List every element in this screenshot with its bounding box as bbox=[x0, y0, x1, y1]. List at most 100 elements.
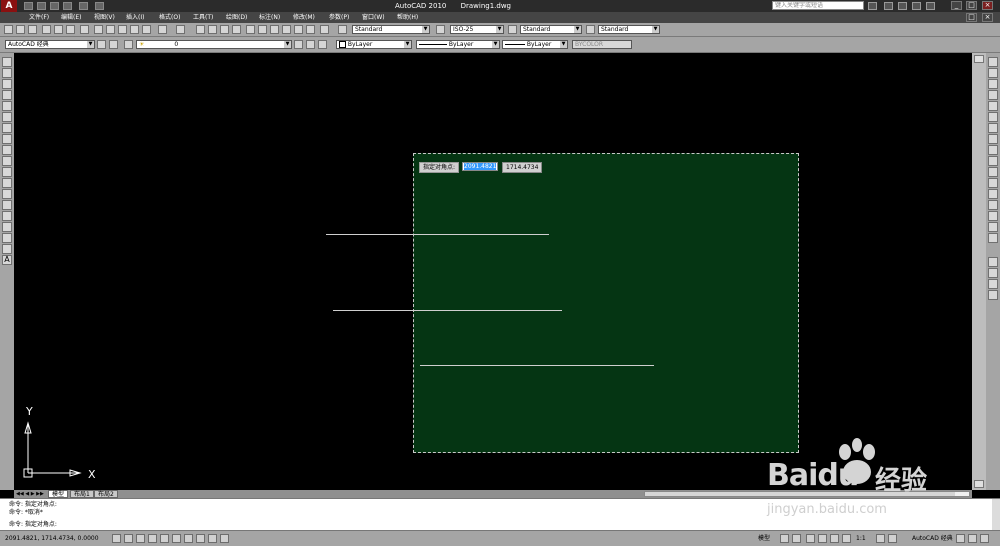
menu-parametric[interactable]: 参数(P) bbox=[329, 13, 349, 22]
workspace-settings-icon[interactable] bbox=[97, 40, 106, 49]
draworder-icon[interactable] bbox=[988, 257, 998, 267]
table-icon[interactable] bbox=[2, 244, 12, 254]
text-style-select[interactable]: Standard ▼ bbox=[352, 25, 430, 34]
object-snap-icon[interactable] bbox=[160, 534, 169, 543]
quick-view-drawings-icon[interactable] bbox=[792, 534, 801, 543]
gradient-icon[interactable] bbox=[2, 222, 12, 232]
dynamic-input-y-field[interactable]: 1714.4734 bbox=[502, 162, 543, 173]
restore-button[interactable]: □ bbox=[966, 1, 977, 10]
layer-previous-icon[interactable] bbox=[306, 40, 315, 49]
multileader-style-select[interactable]: Standard ▼ bbox=[598, 25, 660, 34]
revision-cloud-icon[interactable] bbox=[2, 134, 12, 144]
region-icon[interactable] bbox=[2, 233, 12, 243]
design-center-icon[interactable] bbox=[258, 25, 267, 34]
zoom-realtime-icon[interactable] bbox=[208, 25, 217, 34]
fillet-icon[interactable] bbox=[988, 222, 998, 232]
menu-edit[interactable]: 编辑(E) bbox=[61, 13, 81, 22]
minimize-button[interactable]: _ bbox=[951, 1, 962, 10]
clean-screen-icon[interactable] bbox=[980, 534, 989, 543]
redo-icon[interactable] bbox=[79, 2, 88, 10]
multileader-style-icon[interactable] bbox=[586, 25, 595, 34]
dim-style-select[interactable]: ISO-25 ▼ bbox=[450, 25, 504, 34]
tab-model[interactable]: 模型 bbox=[48, 490, 69, 498]
spline-icon[interactable] bbox=[2, 145, 12, 155]
layer-select[interactable]: ☀ 0 ▼ bbox=[136, 40, 292, 49]
insert-block-icon[interactable] bbox=[2, 178, 12, 188]
binoculars-icon[interactable] bbox=[868, 2, 877, 10]
zoom-icon[interactable] bbox=[818, 534, 827, 543]
ellipse-arc-icon[interactable] bbox=[2, 167, 12, 177]
workspace-select[interactable]: AutoCAD 经典 ▼ bbox=[5, 40, 95, 49]
trim-icon[interactable] bbox=[988, 156, 998, 166]
save-icon[interactable] bbox=[50, 2, 59, 10]
favorites-star-icon[interactable] bbox=[912, 2, 921, 10]
point-icon[interactable] bbox=[2, 200, 12, 210]
auto-scale-icon[interactable] bbox=[888, 534, 897, 543]
lineweight-toggle-icon[interactable] bbox=[220, 534, 229, 543]
steeringwheel-icon[interactable] bbox=[830, 534, 839, 543]
tool-palettes-icon[interactable] bbox=[270, 25, 279, 34]
grid-display-icon[interactable] bbox=[124, 534, 133, 543]
dim-style-icon[interactable] bbox=[436, 25, 445, 34]
offset-icon[interactable] bbox=[988, 90, 998, 100]
menu-modify[interactable]: 修改(M) bbox=[293, 13, 315, 22]
rectangle-icon[interactable] bbox=[2, 101, 12, 111]
3d-dwf-icon[interactable] bbox=[80, 25, 89, 34]
menu-format[interactable]: 格式(O) bbox=[159, 13, 180, 22]
subscription-icon[interactable] bbox=[884, 2, 893, 10]
menu-draw[interactable]: 绘图(D) bbox=[226, 13, 247, 22]
doc-restore-button[interactable]: □ bbox=[966, 13, 977, 22]
close-button[interactable]: × bbox=[982, 1, 993, 10]
menu-tools[interactable]: 工具(T) bbox=[193, 13, 213, 22]
save-icon[interactable] bbox=[28, 25, 37, 34]
polar-tracking-icon[interactable] bbox=[148, 534, 157, 543]
circle-icon[interactable] bbox=[2, 123, 12, 133]
showmotion-icon[interactable] bbox=[842, 534, 851, 543]
plot-icon[interactable] bbox=[95, 2, 104, 10]
drawn-line[interactable] bbox=[326, 234, 549, 235]
make-block-icon[interactable] bbox=[2, 189, 12, 199]
markup-icon[interactable] bbox=[294, 25, 303, 34]
menu-insert[interactable]: 插入(I) bbox=[126, 13, 144, 22]
bring-to-front-icon[interactable] bbox=[988, 268, 998, 278]
doc-close-button[interactable]: × bbox=[982, 13, 993, 22]
match-properties-icon[interactable] bbox=[130, 25, 139, 34]
drawing-canvas[interactable]: 指定对角点: 2091.4821 1714.4734 Y X bbox=[14, 53, 972, 490]
table-style-icon[interactable] bbox=[508, 25, 517, 34]
preview-icon[interactable] bbox=[54, 25, 63, 34]
copy-icon[interactable] bbox=[106, 25, 115, 34]
help-search-input[interactable]: 键入关键字或短语 bbox=[772, 1, 864, 10]
rotate-icon[interactable] bbox=[988, 123, 998, 133]
join-icon[interactable] bbox=[988, 200, 998, 210]
menu-dimension[interactable]: 标注(N) bbox=[259, 13, 280, 22]
annotation-scale[interactable]: 1:1 bbox=[856, 534, 866, 543]
open-icon[interactable] bbox=[16, 25, 25, 34]
qnew-icon[interactable] bbox=[4, 25, 13, 34]
quickcalc-icon[interactable] bbox=[306, 25, 315, 34]
new-file-icon[interactable] bbox=[24, 2, 33, 10]
text-above-icon[interactable] bbox=[988, 290, 998, 300]
hatch-icon[interactable] bbox=[2, 211, 12, 221]
ortho-mode-icon[interactable] bbox=[136, 534, 145, 543]
make-current-layer-icon[interactable] bbox=[294, 40, 303, 49]
mirror-icon[interactable] bbox=[988, 79, 998, 89]
dynamic-ucs-icon[interactable] bbox=[196, 534, 205, 543]
line-icon[interactable] bbox=[2, 57, 12, 67]
linetype-select[interactable]: ByLayer ▼ bbox=[416, 40, 500, 49]
lock-icon[interactable] bbox=[956, 534, 965, 543]
menu-file[interactable]: 文件(F) bbox=[29, 13, 49, 22]
extend-icon[interactable] bbox=[988, 167, 998, 177]
open-file-icon[interactable] bbox=[37, 2, 46, 10]
break-icon[interactable] bbox=[988, 189, 998, 199]
drawn-line[interactable] bbox=[333, 310, 562, 311]
zoom-window-icon[interactable] bbox=[220, 25, 229, 34]
chamfer-icon[interactable] bbox=[988, 211, 998, 221]
color-select[interactable]: ByLayer ▼ bbox=[336, 40, 412, 49]
tab-layout2[interactable]: 布局2 bbox=[94, 490, 118, 498]
zoom-previous-icon[interactable] bbox=[232, 25, 241, 34]
layer-on-icon[interactable] bbox=[124, 40, 133, 49]
send-to-back-icon[interactable] bbox=[988, 279, 998, 289]
object-snap-tracking-icon[interactable] bbox=[184, 534, 193, 543]
workspace-switch[interactable]: AutoCAD 经典 bbox=[912, 534, 953, 543]
properties-icon[interactable] bbox=[246, 25, 255, 34]
